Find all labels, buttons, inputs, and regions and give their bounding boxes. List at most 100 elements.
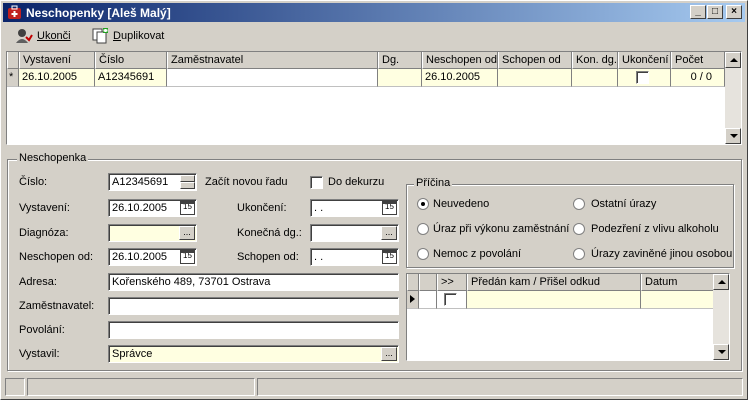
window-title: Neschopenky [Aleš Malý] — [26, 6, 171, 20]
col-neschopen-od[interactable]: Neschopen od — [422, 52, 498, 69]
cell-vystaveni[interactable]: 26.10.2005 — [19, 69, 95, 87]
zacit-novou-radu-link[interactable]: Začít novou řadu — [205, 176, 288, 188]
ellipsis-button[interactable]: ... — [381, 347, 397, 361]
cell-pocet: 0 / 0 — [671, 69, 725, 87]
maximize-button[interactable]: □ — [707, 5, 723, 19]
col-ukonceni[interactable]: Ukončení — [618, 52, 671, 69]
cell-kon-dg[interactable] — [572, 69, 618, 87]
schopen-od-field[interactable]: . . 15 — [310, 248, 399, 266]
do-dekurzu-checkbox[interactable] — [310, 176, 323, 189]
minimize-button[interactable]: _ — [690, 5, 706, 19]
radio-podezreni-alkohol[interactable] — [573, 223, 585, 235]
ukonci-label: Ukonči — [37, 30, 71, 42]
zamestnavatel-field[interactable] — [108, 297, 399, 315]
col-schopen-od[interactable]: Schopen od — [498, 52, 572, 69]
table-row[interactable]: * 26.10.2005 A12345691 26.10.2005 0 / 0 — [7, 69, 725, 87]
vystavil-value: Správce — [112, 348, 153, 360]
cell-datum[interactable] — [641, 291, 715, 309]
predan-scrollbar[interactable] — [713, 274, 729, 360]
vystaveni-value: 26.10.2005 — [112, 202, 168, 214]
title-bar[interactable]: Neschopenky [Aleš Malý] _ □ × — [3, 3, 745, 22]
neschopenky-grid[interactable]: Vystavení Číslo Zaměstnavatel Dg. Nescho… — [6, 51, 742, 145]
cell-dg[interactable] — [378, 69, 422, 87]
window: Neschopenky [Aleš Malý] _ □ × Ukonči Dup… — [0, 0, 748, 400]
radio-urazy-jinou-osobou[interactable] — [573, 248, 585, 260]
neschopen-od-field[interactable]: 26.10.2005 15 — [108, 248, 197, 266]
adresa-field[interactable]: Kořenského 489, 73701 Ostrava — [108, 273, 399, 291]
ukonceni-value: . . — [314, 202, 324, 214]
status-bar — [3, 378, 745, 397]
calendar-icon[interactable]: 15 — [180, 201, 195, 215]
cell-neschopen-od[interactable]: 26.10.2005 — [422, 69, 498, 87]
radio-uraz-pri-vykonu[interactable] — [417, 223, 429, 235]
status-panel-2 — [27, 378, 255, 396]
pricina-group-label: Příčina — [414, 177, 453, 189]
arrow-up-icon — [718, 280, 726, 284]
col-dg[interactable]: Dg. — [378, 52, 422, 69]
close-button[interactable]: × — [726, 5, 742, 19]
col-cislo[interactable]: Číslo — [95, 52, 167, 69]
current-row-icon — [410, 295, 415, 303]
scroll-up-button[interactable] — [713, 274, 729, 290]
predan-checkbox[interactable] — [444, 293, 457, 306]
spin-down-button[interactable] — [180, 182, 195, 189]
radio-nemoc-z-povolani-label: Nemoc z povolání — [433, 248, 522, 260]
radio-neuvedeno[interactable] — [417, 198, 429, 210]
ellipsis-button[interactable]: ... — [179, 226, 195, 240]
radio-urazy-jinou-osobou-label: Úrazy zaviněné jinou osobou — [591, 248, 733, 260]
scroll-down-button[interactable] — [713, 344, 729, 360]
cislo-spinner[interactable] — [180, 175, 195, 189]
scroll-down-button[interactable] — [725, 128, 741, 144]
ellipsis-button[interactable]: ... — [381, 226, 397, 240]
neschopenka-group-label: Neschopenka — [17, 152, 89, 164]
col-datum[interactable]: Datum — [641, 274, 715, 291]
radio-nemoc-z-povolani[interactable] — [417, 248, 429, 260]
col-predan-kam[interactable]: Předán kam / Přišel odkud — [467, 274, 641, 291]
ukonceni-label: Ukončení: — [237, 202, 287, 214]
col-vystaveni[interactable]: Vystavení — [19, 52, 95, 69]
predan-grid[interactable]: >> Předán kam / Přišel odkud Datum — [406, 273, 730, 361]
diagnoza-field[interactable]: ... — [108, 224, 197, 242]
duplikovat-button[interactable]: Duplikovat — [91, 27, 164, 45]
ukonceni-checkbox[interactable] — [636, 71, 649, 84]
cell-cislo[interactable]: A12345691 — [95, 69, 167, 87]
vystavil-field[interactable]: Správce ... — [108, 345, 399, 363]
schopen-od-label: Schopen od: — [237, 251, 299, 263]
grid-scrollbar[interactable] — [725, 52, 741, 144]
radio-neuvedeno-label: Neuvedeno — [433, 198, 490, 210]
scroll-up-button[interactable] — [725, 52, 741, 68]
konecna-dg-field[interactable]: ... — [310, 224, 399, 242]
neschopen-od-value: 26.10.2005 — [112, 251, 168, 263]
table-row[interactable] — [407, 291, 715, 309]
doctor-stop-icon — [16, 29, 33, 43]
arrow-up-icon — [730, 58, 738, 62]
konecna-dg-label: Konečná dg.: — [237, 227, 302, 239]
duplicate-icon — [92, 28, 108, 44]
calendar-icon[interactable]: 15 — [180, 250, 195, 264]
col-expand[interactable]: >> — [437, 274, 467, 291]
ukonceni-field[interactable]: . . 15 — [310, 199, 399, 217]
col-pocet[interactable]: Počet — [671, 52, 725, 69]
zamestnavatel-label: Zaměstnavatel: — [19, 300, 95, 312]
app-icon — [8, 5, 21, 19]
adresa-label: Adresa: — [19, 276, 57, 288]
radio-uraz-pri-vykonu-label: Úraz při výkonu zaměstnání — [433, 223, 570, 235]
cell-expand[interactable] — [437, 291, 467, 309]
povolani-field[interactable] — [108, 321, 399, 339]
col-zamestnavatel[interactable]: Zaměstnavatel — [167, 52, 378, 69]
col-kon-dg[interactable]: Kon. dg. — [572, 52, 618, 69]
row-indicator — [407, 291, 419, 309]
spin-up-button[interactable] — [180, 175, 195, 182]
ukonci-button[interactable]: Ukonči — [15, 27, 71, 45]
cell-ukonceni[interactable] — [618, 69, 671, 87]
cislo-field[interactable]: A12345691 — [108, 173, 197, 191]
cell-schopen-od[interactable] — [498, 69, 572, 87]
cell-predan-kam[interactable] — [467, 291, 641, 309]
vystaveni-field[interactable]: 26.10.2005 15 — [108, 199, 197, 217]
calendar-icon[interactable]: 15 — [382, 250, 397, 264]
radio-ostatni-urazy[interactable] — [573, 198, 585, 210]
grid-header-indicator — [7, 52, 19, 69]
cell-zamestnavatel[interactable] — [167, 69, 378, 87]
arrow-down-icon — [718, 350, 726, 354]
calendar-icon[interactable]: 15 — [382, 201, 397, 215]
